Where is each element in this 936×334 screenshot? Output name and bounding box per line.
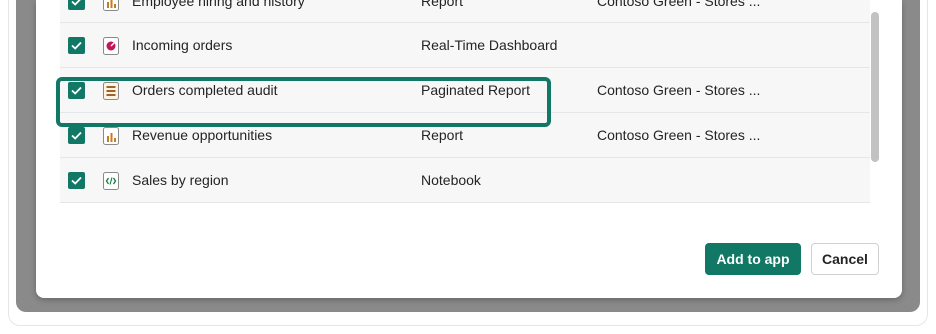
item-name: Orders completed audit (132, 82, 278, 98)
item-name: Sales by region (132, 172, 229, 188)
add-to-app-dialog: Employee hiring and history Report Conto… (36, 0, 902, 298)
table-row[interactable]: Employee hiring and history Report Conto… (60, 0, 870, 23)
table-row[interactable]: Incoming orders Real-Time Dashboard (60, 23, 870, 68)
item-workspace: Contoso Green - Stores ... (597, 127, 761, 143)
table-row[interactable]: Orders completed audit Paginated Report … (60, 68, 870, 113)
item-type: Paginated Report (421, 82, 530, 98)
table-row[interactable]: Revenue opportunities Report Contoso Gre… (60, 113, 870, 158)
items-table: Employee hiring and history Report Conto… (60, 0, 870, 203)
scrollbar-thumb[interactable] (871, 12, 879, 162)
scrollbar[interactable] (871, 12, 879, 214)
item-workspace: Contoso Green - Stores ... (597, 0, 761, 9)
report-icon (102, 126, 120, 146)
row-checkbox[interactable] (68, 127, 85, 144)
item-name: Employee hiring and history (132, 0, 305, 9)
row-checkbox[interactable] (68, 0, 85, 10)
item-name: Incoming orders (132, 37, 233, 53)
realtime-dashboard-icon (102, 36, 120, 56)
item-name: Revenue opportunities (132, 127, 273, 143)
table-row[interactable]: Sales by region Notebook (60, 158, 870, 203)
item-type: Real-Time Dashboard (421, 37, 558, 53)
cancel-button[interactable]: Cancel (811, 243, 879, 275)
paginated-report-icon (102, 81, 120, 101)
item-type: Report (421, 0, 464, 9)
row-checkbox[interactable] (68, 82, 85, 99)
item-type: Notebook (421, 172, 481, 188)
row-checkbox[interactable] (68, 172, 85, 189)
row-checkbox[interactable] (68, 37, 85, 54)
report-icon (102, 0, 120, 12)
notebook-icon (102, 171, 120, 191)
item-type: Report (421, 127, 464, 143)
add-to-app-button[interactable]: Add to app (705, 243, 801, 275)
item-workspace: Contoso Green - Stores ... (597, 82, 761, 98)
